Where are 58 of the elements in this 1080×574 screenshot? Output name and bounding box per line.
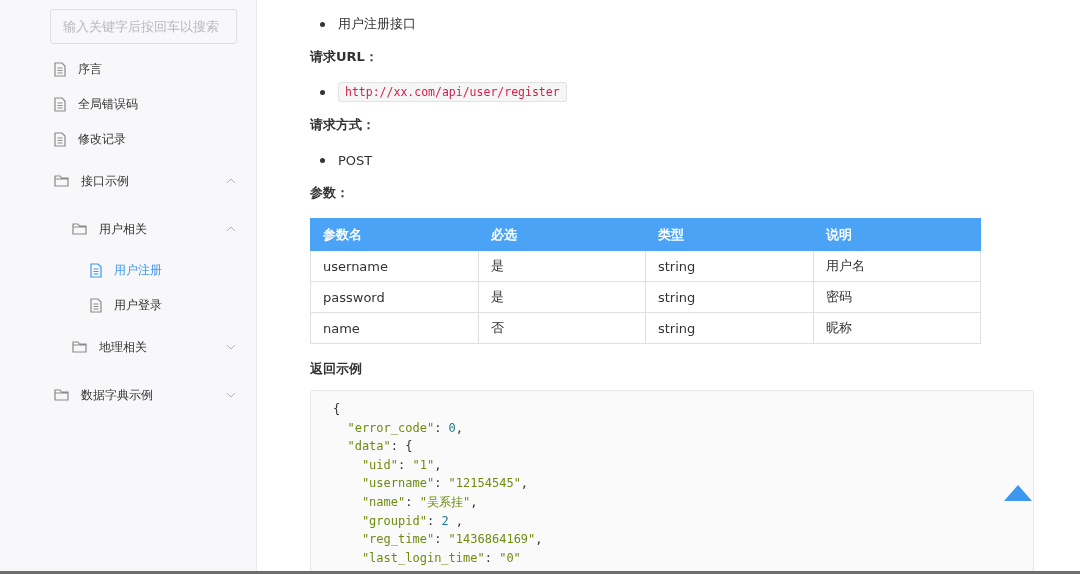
- table-cell: name: [310, 312, 478, 344]
- sidebar-item[interactable]: 用户相关: [0, 205, 256, 253]
- table-cell: string: [645, 281, 813, 313]
- code-line: "name": "吴系挂",: [360, 493, 479, 511]
- sidebar-item[interactable]: 地理相关: [0, 323, 256, 371]
- column-header: 类型: [645, 218, 813, 251]
- document-icon: [54, 62, 66, 77]
- bullet-icon: [320, 21, 325, 27]
- table-cell: string: [645, 312, 813, 344]
- chevron-up-icon: [226, 178, 236, 184]
- bullet-icon: [320, 157, 325, 163]
- folder-icon: [72, 223, 87, 235]
- code-line: "groupid": 2 ,: [360, 512, 465, 530]
- folder-icon: [72, 341, 87, 353]
- sidebar-item[interactable]: 序言: [0, 52, 256, 87]
- table-cell: 昵称: [813, 312, 981, 344]
- chevron-down-icon: [226, 344, 236, 350]
- document-icon: [54, 132, 66, 147]
- chevron-down-icon: [226, 392, 236, 398]
- table-cell: password: [310, 281, 478, 313]
- sidebar-item[interactable]: 数据字典示例: [0, 371, 256, 419]
- table-cell: 是: [478, 281, 646, 313]
- document-icon: [90, 263, 102, 278]
- code-line: "reg_time": "1436864169",: [360, 531, 544, 549]
- list-item-text: POST: [338, 152, 373, 168]
- folder-icon: [54, 175, 69, 187]
- table-cell: 否: [478, 312, 646, 344]
- sidebar-item[interactable]: 修改记录: [0, 122, 256, 157]
- code-line: "username": "12154545",: [360, 475, 530, 493]
- folder-icon: [54, 389, 69, 401]
- code-line: "data": {: [346, 438, 414, 456]
- code-line: "error_code": 0,: [346, 419, 465, 437]
- section-heading: 请求方式：: [310, 116, 376, 134]
- table-cell: string: [645, 250, 813, 282]
- section-heading: 参数：: [310, 184, 350, 202]
- table-cell: 密码: [813, 281, 981, 313]
- scroll-to-top-icon[interactable]: [1004, 485, 1032, 501]
- table-cell: 是: [478, 250, 646, 282]
- sidebar-item[interactable]: 接口示例: [0, 157, 256, 205]
- list-item-text: 用户注册接口: [338, 15, 416, 33]
- search-field[interactable]: 输入关键字后按回车以搜索: [50, 9, 237, 44]
- url-code: http://xx.com/api/user/register: [338, 82, 567, 102]
- column-header: 说明: [813, 218, 981, 251]
- table-cell: 用户名: [813, 250, 981, 282]
- section-heading: 返回示例: [310, 360, 363, 378]
- code-line: "uid": "1",: [360, 456, 443, 474]
- section-heading: 请求URL：: [310, 48, 379, 66]
- code-line: "last_login_time": "0": [360, 549, 522, 567]
- chevron-up-icon: [226, 226, 236, 232]
- sidebar-item[interactable]: 全局错误码: [0, 87, 256, 122]
- document-icon: [90, 298, 102, 313]
- table-cell: username: [310, 250, 478, 282]
- column-header: 必选: [478, 218, 646, 251]
- bullet-icon: [320, 89, 325, 95]
- code-line: {: [333, 401, 342, 418]
- sidebar-item[interactable]: 用户登录: [0, 288, 256, 323]
- column-header: 参数名: [310, 218, 478, 251]
- document-icon: [54, 97, 66, 112]
